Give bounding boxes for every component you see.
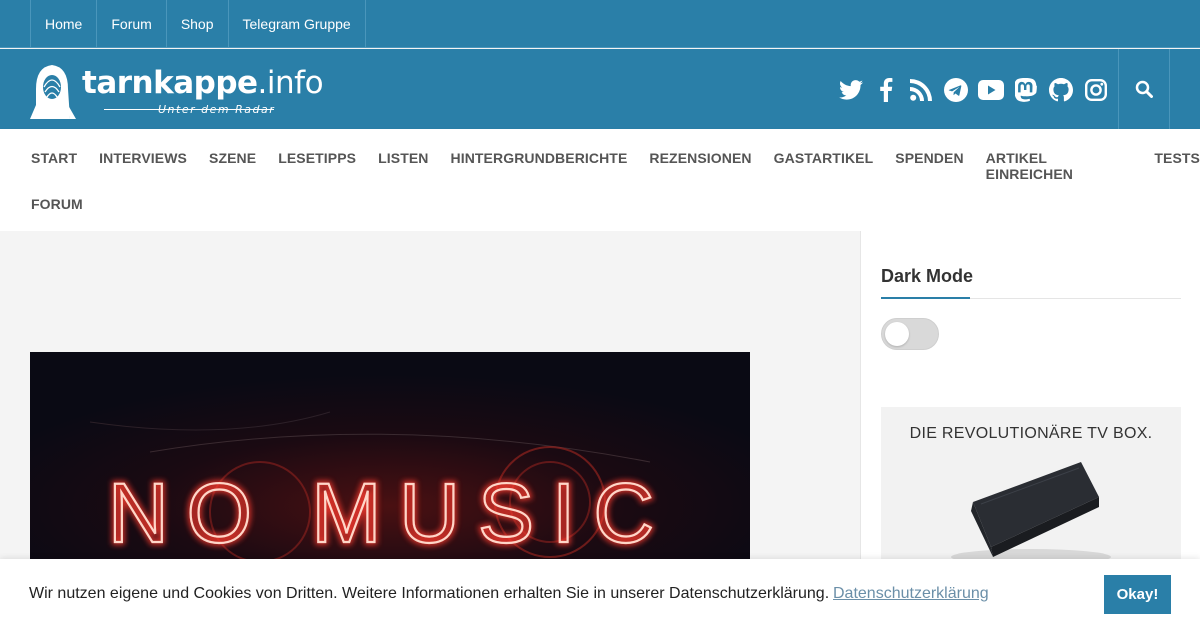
nav-item-szene[interactable]: Szene (209, 150, 256, 182)
top-nav: Home Forum Shop Telegram Gruppe (30, 0, 366, 48)
nav-item-interviews[interactable]: Interviews (99, 150, 187, 182)
hooded-figure-icon (30, 65, 76, 119)
site-logo[interactable]: tarnkappe.info Unter dem Radar (30, 59, 324, 119)
nav-item-gastartikel[interactable]: Gastartikel (774, 150, 874, 182)
dark-mode-toggle[interactable] (881, 318, 939, 350)
search-button[interactable] (1118, 49, 1170, 129)
nav-item-lesetipps[interactable]: Lesetipps (278, 150, 356, 182)
nav-item-artikel-einreichen[interactable]: Artikel einreichen (986, 150, 1133, 182)
logo-brand-tld: .info (257, 65, 324, 101)
cookie-message: Wir nutzen eigene und Cookies von Dritte… (29, 585, 830, 602)
cookie-accept-button[interactable]: Okay! (1104, 575, 1171, 614)
nav-item-spenden[interactable]: Spenden (895, 150, 963, 182)
mastodon-icon[interactable] (1013, 77, 1039, 103)
main-nav: Start Interviews Szene Lesetipps Listen … (0, 129, 1200, 231)
article-hero-image[interactable]: NO MUSIC NO MUSIC (30, 352, 750, 572)
nav-item-start[interactable]: Start (31, 150, 77, 182)
facebook-icon[interactable] (873, 77, 899, 103)
nav-item-rezensionen[interactable]: Rezensionen (649, 150, 751, 182)
neon-sign-image: NO MUSIC NO MUSIC (30, 352, 750, 572)
top-nav-forum[interactable]: Forum (96, 0, 165, 48)
toggle-knob (885, 322, 909, 346)
nav-item-listen[interactable]: Listen (378, 150, 428, 182)
logo-brand-main: tarnkappe (82, 65, 258, 101)
rss-icon[interactable] (908, 77, 934, 103)
social-links (838, 77, 1109, 103)
widget-title-dark-mode: Dark Mode (881, 266, 974, 286)
youtube-icon[interactable] (978, 77, 1004, 103)
top-nav-telegram-gruppe[interactable]: Telegram Gruppe (227, 0, 366, 48)
widget-divider-accent (881, 297, 970, 299)
main-nav-row: Start Interviews Szene Lesetipps Listen … (31, 150, 1200, 182)
telegram-icon[interactable] (943, 77, 969, 103)
nav-item-tests[interactable]: Tests (1154, 150, 1200, 182)
twitter-icon[interactable] (838, 77, 864, 103)
top-bar: Home Forum Shop Telegram Gruppe (0, 0, 1200, 48)
neon-text: NO MUSIC (108, 466, 672, 560)
logo-tagline: Unter dem Radar (158, 103, 276, 116)
nav-item-forum[interactable]: Forum (31, 196, 83, 212)
instagram-icon[interactable] (1083, 77, 1109, 103)
nav-item-hintergrundberichte[interactable]: Hintergrundberichte (451, 150, 628, 182)
top-nav-shop[interactable]: Shop (165, 0, 228, 48)
cookie-banner: Wir nutzen eigene und Cookies von Dritte… (0, 559, 1200, 630)
main-nav-row: Forum (31, 196, 83, 212)
logo-wordmark: tarnkappe.info (82, 65, 324, 101)
top-nav-home[interactable]: Home (30, 0, 96, 48)
privacy-policy-link[interactable]: Datenschutzerklärung (833, 585, 989, 603)
github-icon[interactable] (1048, 77, 1074, 103)
search-icon (1135, 80, 1153, 98)
site-header: tarnkappe.info Unter dem Radar (0, 49, 1200, 129)
